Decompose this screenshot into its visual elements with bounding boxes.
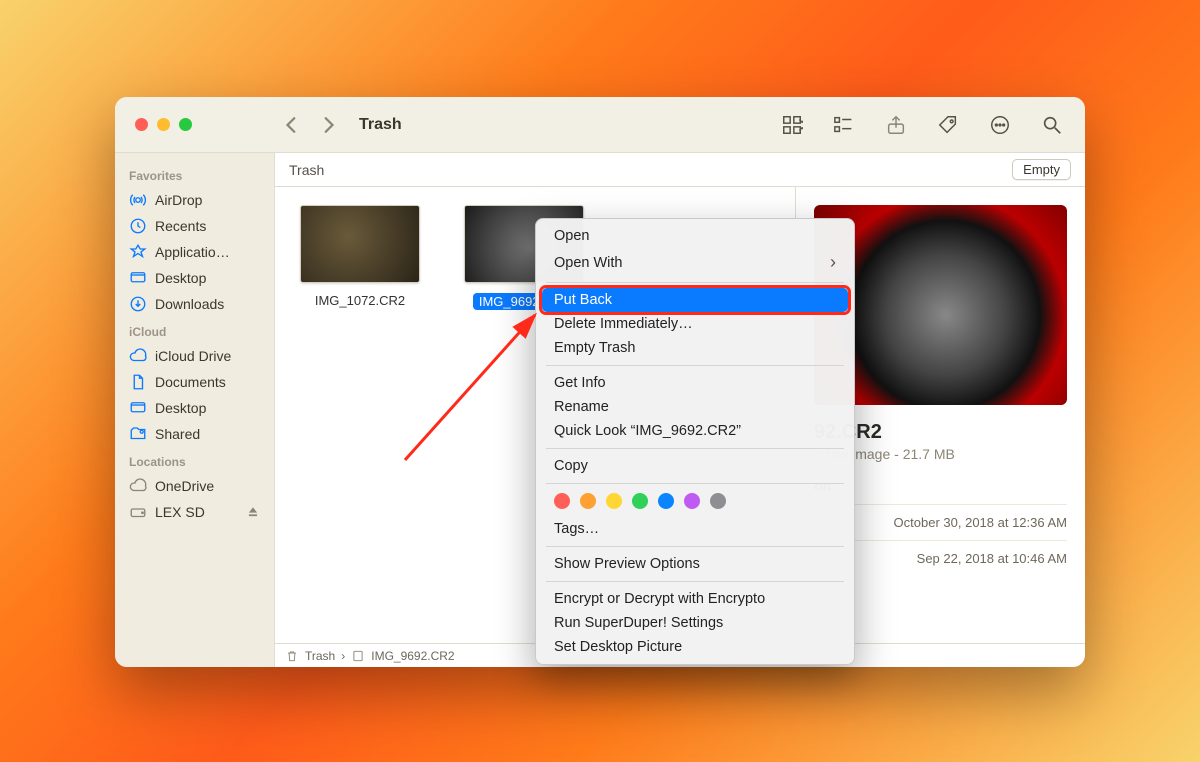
trash-icon [285, 649, 299, 663]
tag-purple[interactable] [684, 493, 700, 509]
close-window[interactable] [135, 118, 148, 131]
sidebar-item-recents[interactable]: Recents [115, 213, 274, 239]
menu-quick-look[interactable]: Quick Look “IMG_9692.CR2” [536, 419, 854, 443]
location-bar: Trash Empty [275, 153, 1085, 187]
menu-show-preview-options[interactable]: Show Preview Options [536, 552, 854, 576]
toolbar: Trash [115, 97, 1085, 153]
toolbar-actions [781, 114, 1085, 136]
nav-buttons [283, 116, 337, 134]
context-menu: Open Open With Put Back Delete Immediate… [535, 218, 855, 665]
location-title: Trash [289, 162, 324, 178]
sidebar-item-airdrop[interactable]: AirDrop [115, 187, 274, 213]
disk-icon [129, 503, 147, 521]
apps-icon [129, 243, 147, 261]
view-icon-grid[interactable] [781, 114, 803, 136]
menu-superduper[interactable]: Run SuperDuper! Settings [536, 611, 854, 635]
sidebar-item-label: Desktop [155, 270, 206, 286]
sidebar: Favorites AirDrop Recents Applicatio… De… [115, 153, 275, 667]
sidebar-item-documents[interactable]: Documents [115, 369, 274, 395]
tag-green[interactable] [632, 493, 648, 509]
menu-rename[interactable]: Rename [536, 395, 854, 419]
sidebar-item-downloads[interactable]: Downloads [115, 291, 274, 317]
eject-icon[interactable] [246, 505, 260, 519]
menu-get-info[interactable]: Get Info [536, 371, 854, 395]
file-item[interactable]: IMG_1072.CR2 [295, 205, 425, 308]
sidebar-item-onedrive[interactable]: OneDrive [115, 473, 274, 499]
tag-yellow[interactable] [606, 493, 622, 509]
sidebar-heading: Favorites [115, 161, 274, 187]
desktop-icon [129, 399, 147, 417]
window-title: Trash [359, 116, 402, 134]
downloads-icon [129, 295, 147, 313]
path-sep: › [341, 649, 345, 663]
menu-empty-trash[interactable]: Empty Trash [536, 336, 854, 360]
share-icon[interactable] [885, 114, 907, 136]
file-thumbnail [300, 205, 420, 283]
sidebar-item-lexsd[interactable]: LEX SD [115, 499, 274, 525]
back-icon[interactable] [283, 116, 301, 134]
menu-tags[interactable]: Tags… [536, 517, 854, 541]
cloud-icon [129, 477, 147, 495]
menu-encrypt[interactable]: Encrypt or Decrypt with Encrypto [536, 587, 854, 611]
menu-delete-immediately[interactable]: Delete Immediately… [536, 312, 854, 336]
sidebar-item-label: Desktop [155, 400, 206, 416]
cloud-icon [129, 347, 147, 365]
sidebar-item-label: Documents [155, 374, 226, 390]
sidebar-heading: Locations [115, 447, 274, 473]
minimize-window[interactable] [157, 118, 170, 131]
airdrop-icon [129, 191, 147, 209]
tag-orange[interactable] [580, 493, 596, 509]
sidebar-item-label: OneDrive [155, 478, 214, 494]
tag-red[interactable] [554, 493, 570, 509]
tag-gray[interactable] [710, 493, 726, 509]
sidebar-item-label: Downloads [155, 296, 224, 312]
sidebar-item-shared[interactable]: Shared [115, 421, 274, 447]
shared-folder-icon [129, 425, 147, 443]
sidebar-item-desktop-cloud[interactable]: Desktop [115, 395, 274, 421]
path-segment[interactable]: IMG_9692.CR2 [371, 649, 454, 663]
group-by-icon[interactable] [833, 114, 855, 136]
file-name: IMG_1072.CR2 [315, 293, 405, 308]
menu-tag-colors [536, 489, 854, 517]
desktop-icon [129, 269, 147, 287]
search-icon[interactable] [1041, 114, 1063, 136]
sidebar-item-label: iCloud Drive [155, 348, 231, 364]
traffic-lights [115, 118, 275, 131]
tag-icon[interactable] [937, 114, 959, 136]
action-menu-icon[interactable] [989, 114, 1011, 136]
forward-icon[interactable] [319, 116, 337, 134]
sidebar-item-label: Recents [155, 218, 206, 234]
file-icon [351, 649, 365, 663]
sidebar-item-label: AirDrop [155, 192, 202, 208]
sidebar-item-label: Shared [155, 426, 200, 442]
empty-trash-button[interactable]: Empty [1012, 159, 1071, 180]
menu-open-with[interactable]: Open With [536, 248, 854, 277]
tag-blue[interactable] [658, 493, 674, 509]
sidebar-item-label: LEX SD [155, 504, 205, 520]
menu-copy[interactable]: Copy [536, 454, 854, 478]
menu-put-back[interactable]: Put Back [542, 288, 848, 312]
path-segment[interactable]: Trash [305, 649, 335, 663]
sidebar-item-applications[interactable]: Applicatio… [115, 239, 274, 265]
menu-set-desktop-picture[interactable]: Set Desktop Picture [536, 635, 854, 659]
sidebar-item-desktop[interactable]: Desktop [115, 265, 274, 291]
clock-icon [129, 217, 147, 235]
zoom-window[interactable] [179, 118, 192, 131]
sidebar-item-label: Applicatio… [155, 244, 230, 260]
sidebar-heading: iCloud [115, 317, 274, 343]
menu-open[interactable]: Open [536, 224, 854, 248]
document-icon [129, 373, 147, 391]
sidebar-item-iclouddrive[interactable]: iCloud Drive [115, 343, 274, 369]
